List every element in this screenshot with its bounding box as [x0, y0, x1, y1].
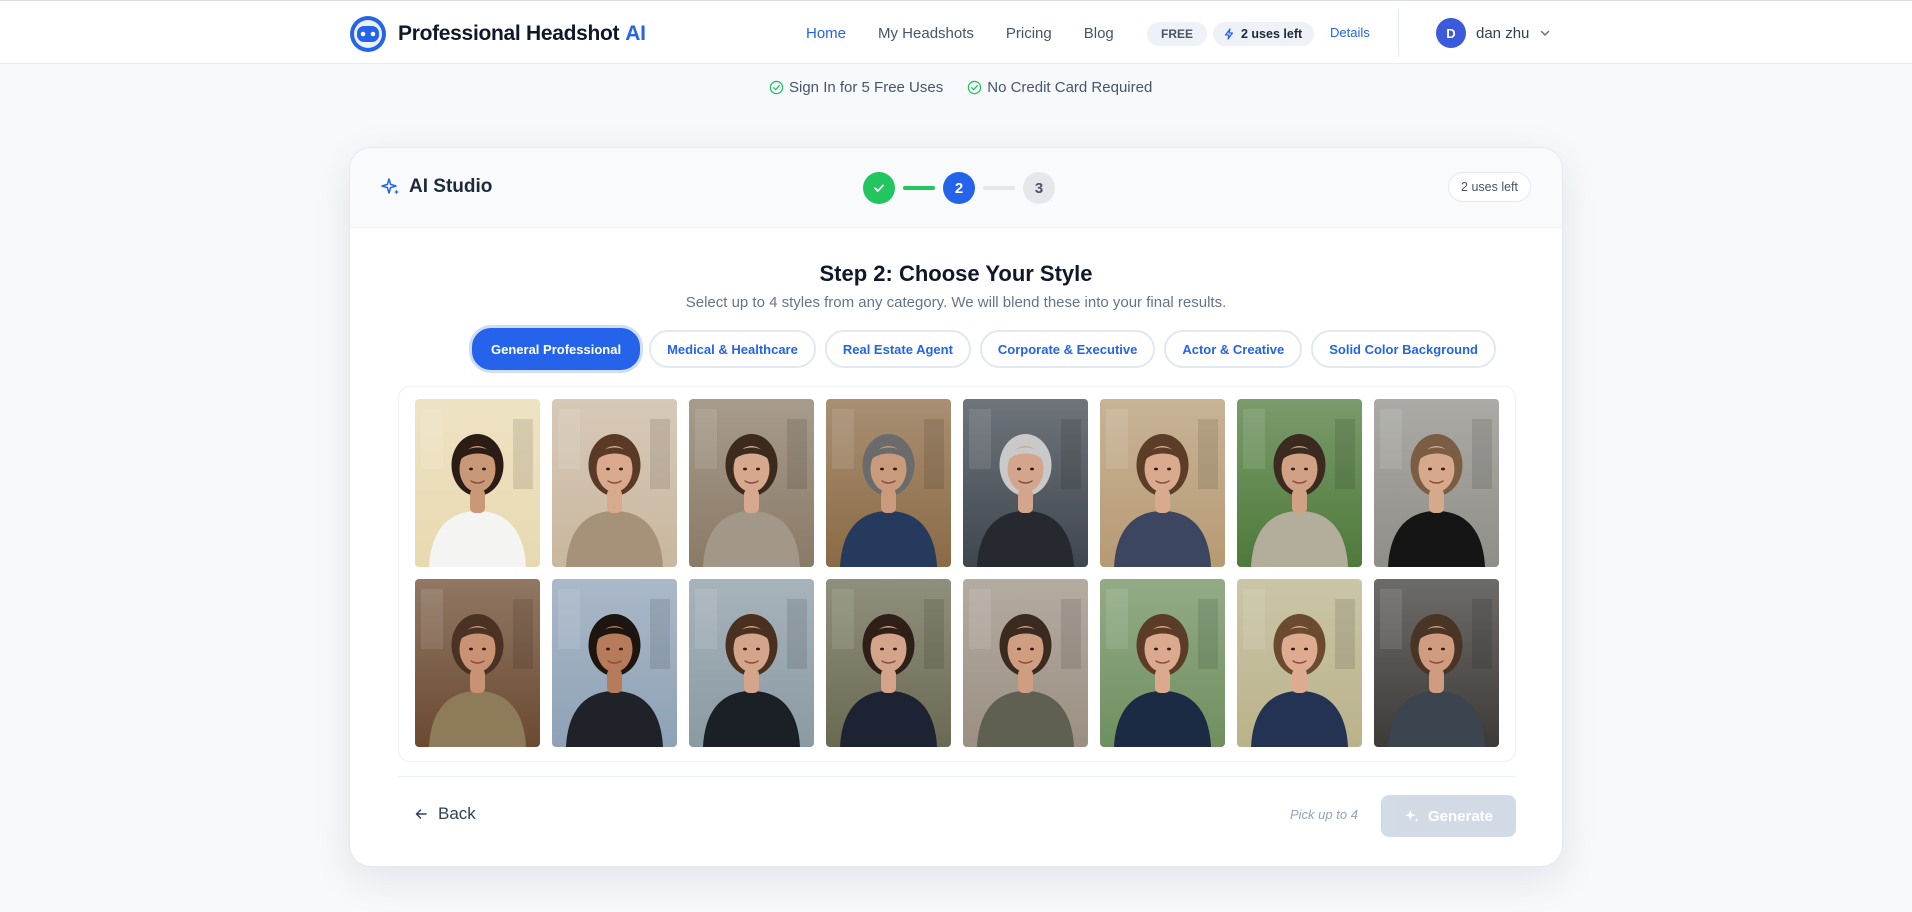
style-thumbnail[interactable]	[826, 579, 951, 747]
style-thumbnail[interactable]	[1237, 399, 1362, 567]
back-label: Back	[438, 804, 476, 823]
portrait-woman-office-windows-icon	[689, 579, 814, 747]
uses-left-badge: 2 uses left	[1448, 172, 1531, 202]
top-nav-bar: Professional Headshot AI Home My Headshot…	[0, 0, 1912, 64]
brand-name: Professional Headshot	[398, 22, 620, 45]
progress-stepper: 2 3	[863, 172, 1055, 204]
nav-my-headshots[interactable]: My Headshots	[878, 25, 974, 42]
ai-studio-card: AI Studio 2 3 2 uses left Step 2: Choose…	[349, 147, 1563, 867]
portrait-woman-black-top-icon	[1374, 399, 1499, 567]
style-thumbnail[interactable]	[1100, 579, 1225, 747]
style-thumbnail[interactable]	[1237, 579, 1362, 747]
check-circle-icon	[967, 80, 982, 95]
studio-title-text: AI Studio	[409, 176, 493, 197]
style-thumbnail[interactable]	[415, 399, 540, 567]
nav-home[interactable]: Home	[806, 25, 846, 42]
arrow-left-icon	[415, 809, 427, 819]
style-thumbnail[interactable]	[689, 399, 814, 567]
step-title: Step 2: Choose Your Style	[819, 261, 1093, 286]
tab-corporate-executive[interactable]: Corporate & Executive	[979, 330, 1156, 368]
style-thumbnail[interactable]	[1100, 399, 1225, 567]
step-1-complete	[863, 172, 895, 204]
benefit-text: Sign In for 5 Free Uses	[789, 79, 944, 96]
style-thumbnail[interactable]	[415, 579, 540, 747]
user-name: dan zhu	[1476, 24, 1530, 42]
nav-blog[interactable]: Blog	[1084, 25, 1114, 42]
portrait-man-park-icon	[1237, 399, 1362, 567]
style-thumbnail[interactable]	[963, 579, 1088, 747]
portrait-woman-sweater-icon	[689, 399, 814, 567]
avatar: D	[1436, 18, 1466, 48]
plan-badge: FREE	[1147, 22, 1208, 46]
back-button[interactable]: Back	[414, 804, 476, 824]
style-thumbnail[interactable]	[1374, 579, 1499, 747]
bolt-icon	[1224, 28, 1234, 40]
benefit-text: No Credit Card Required	[987, 79, 1153, 96]
main-nav: Home My Headshots Pricing Blog	[806, 1, 1146, 65]
portrait-man-library-icon	[826, 399, 951, 567]
tab-medical-healthcare[interactable]: Medical & Healthcare	[649, 330, 816, 368]
portrait-woman-park-path-icon	[1237, 579, 1362, 747]
robot-logo-icon	[350, 16, 386, 52]
check-icon	[874, 184, 884, 192]
portrait-woman-sunset-city-icon	[552, 579, 677, 747]
portrait-man-suit-campus-icon	[826, 579, 951, 747]
pick-hint: Pick up to 4	[1290, 807, 1358, 822]
uses-left-pill: 2 uses left	[1213, 22, 1315, 46]
portrait-man-open-office-icon	[963, 579, 1088, 747]
studio-header: AI Studio 2 3 2 uses left	[350, 148, 1562, 228]
step-connector	[903, 186, 935, 190]
brand-ai: AI	[625, 22, 646, 45]
user-menu[interactable]: D dan zhu	[1436, 18, 1551, 48]
tab-solid-color-background[interactable]: Solid Color Background	[1311, 330, 1497, 368]
benefit-item: Sign In for 5 Free Uses	[769, 79, 943, 96]
style-thumbnail[interactable]	[552, 579, 677, 747]
tab-real-estate-agent[interactable]: Real Estate Agent	[824, 330, 971, 368]
uses-left-text: 2 uses left	[1241, 27, 1303, 41]
step-connector	[983, 186, 1015, 190]
tab-actor-creative[interactable]: Actor & Creative	[1164, 330, 1303, 368]
style-category-tabs: General Professional Medical & Healthcar…	[472, 328, 1505, 370]
portrait-woman-greenhouse-icon	[1100, 579, 1225, 747]
generate-label: Generate	[1427, 807, 1494, 825]
header-divider	[1398, 9, 1399, 57]
portrait-woman-cardigan-icon	[552, 399, 677, 567]
footer-divider	[398, 776, 1516, 777]
step-2-active: 2	[943, 172, 975, 204]
step-subtitle: Select up to 4 styles from any category.…	[685, 294, 1227, 311]
style-grid-panel	[398, 386, 1516, 762]
style-thumbnail[interactable]	[963, 399, 1088, 567]
portrait-woman-white-coat-icon	[415, 399, 540, 567]
benefits-strip: Sign In for 5 Free Uses No Credit Card R…	[769, 79, 1176, 96]
studio-title: AI Studio	[381, 176, 492, 198]
generate-button[interactable]: Generate	[1381, 795, 1516, 837]
check-circle-icon	[769, 80, 784, 95]
details-link[interactable]: Details	[1330, 25, 1370, 40]
portrait-man-cafe-icon	[415, 579, 540, 747]
brand-logo-link[interactable]: Professional Headshot AI	[348, 14, 646, 54]
style-thumbnail[interactable]	[826, 399, 951, 567]
portrait-man-restaurant-icon	[1374, 579, 1499, 747]
sparkles-icon	[381, 178, 399, 195]
style-thumbnail[interactable]	[552, 399, 677, 567]
style-grid	[415, 399, 1499, 747]
style-thumbnail[interactable]	[1374, 399, 1499, 567]
sparkles-icon	[1404, 809, 1419, 822]
benefit-item: No Credit Card Required	[967, 79, 1152, 96]
style-thumbnail[interactable]	[689, 579, 814, 747]
portrait-woman-blazer-arch-icon	[1100, 399, 1225, 567]
step-3-pending: 3	[1023, 172, 1055, 204]
tab-general-professional[interactable]: General Professional	[472, 328, 641, 370]
chevron-down-icon	[1541, 30, 1550, 37]
nav-pricing[interactable]: Pricing	[1006, 25, 1052, 42]
portrait-man-office-glass-icon	[963, 399, 1088, 567]
